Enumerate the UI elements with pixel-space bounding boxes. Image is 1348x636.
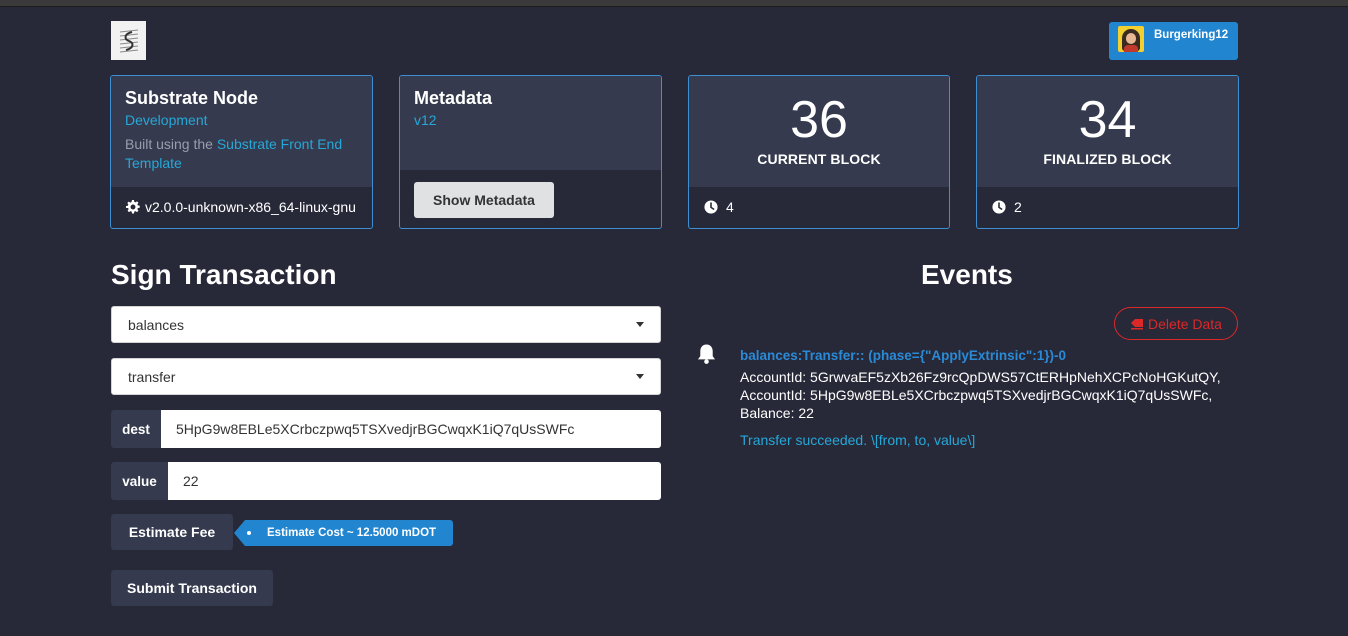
- delete-data-button[interactable]: Delete Data: [1114, 307, 1238, 340]
- node-version: v2.0.0-unknown-x86_64-linux-gnu: [145, 199, 356, 215]
- current-block-timer-row: 4: [689, 186, 949, 228]
- current-block-card: 36 CURRENT BLOCK 4: [688, 75, 950, 229]
- value-param-field: value 22: [111, 462, 661, 500]
- metadata-title: Metadata: [414, 88, 493, 108]
- dropdown-caret-icon: [636, 322, 644, 327]
- show-metadata-button[interactable]: Show Metadata: [414, 182, 554, 218]
- avatar: [1118, 26, 1144, 52]
- window-top-bar: [0, 0, 1348, 7]
- node-info-body: Substrate Node Development Built using t…: [111, 76, 372, 187]
- current-block-body: 36 CURRENT BLOCK: [689, 76, 949, 187]
- bell-icon: [698, 344, 715, 364]
- delete-data-label: Delete Data: [1148, 315, 1222, 332]
- event-line: AccountId: 5HpG9w8EBLe5XCrbczpwq5TSXvedj…: [740, 387, 1213, 403]
- finalized-block-body: 34 FINALIZED BLOCK: [977, 76, 1238, 187]
- pallet-select-value: balances: [128, 316, 185, 333]
- event-line: Balance: 22: [740, 405, 814, 421]
- submit-transaction-button[interactable]: Submit Transaction: [111, 570, 273, 606]
- tag-hole-icon: [247, 531, 251, 535]
- finalized-block-timer: 2: [1014, 199, 1022, 215]
- account-name: Burgerking12: [1154, 29, 1229, 41]
- node-chain: Development: [125, 112, 208, 128]
- eraser-icon: [1131, 318, 1144, 329]
- value-param-input[interactable]: 22: [168, 462, 661, 500]
- event-doc: Transfer succeeded. \[from, to, value\]: [740, 432, 976, 448]
- dest-param-input[interactable]: 5HpG9w8EBLe5XCrbczpwq5TSXvedjrBGCwqxK1iQ…: [161, 410, 661, 448]
- substrate-logo[interactable]: [111, 21, 146, 60]
- events-title: Events: [921, 259, 1013, 290]
- clock-icon: [992, 200, 1006, 214]
- node-info-card: Substrate Node Development Built using t…: [110, 75, 373, 229]
- dropdown-caret-icon: [636, 374, 644, 379]
- value-param-label: value: [111, 462, 168, 500]
- estimate-cost-text: Estimate Cost ~ 12.5000 mDOT: [267, 527, 437, 539]
- current-block-timer: 4: [726, 199, 734, 215]
- metadata-version: v12: [414, 112, 437, 128]
- estimate-fee-button[interactable]: Estimate Fee: [111, 514, 233, 550]
- finalized-block-number: 34: [1078, 91, 1137, 149]
- event-line: AccountId: 5GrwvaEF5zXb26Fz9rcQpDWS57CtE…: [740, 369, 1221, 385]
- dest-param-label: dest: [111, 410, 161, 448]
- substrate-logo-icon: [119, 29, 138, 52]
- current-block-label: CURRENT BLOCK: [757, 151, 881, 167]
- event-title: balances:Transfer:: (phase={"ApplyExtrin…: [740, 348, 1067, 363]
- call-select-value: transfer: [128, 368, 176, 385]
- current-block-number: 36: [790, 91, 848, 149]
- finalized-block-label: FINALIZED BLOCK: [1043, 151, 1172, 167]
- clock-icon: [704, 200, 718, 214]
- account-selector[interactable]: Burgerking12: [1109, 22, 1238, 60]
- node-description-prefix: Built using the: [125, 136, 213, 152]
- metadata-body: Metadata v12: [400, 76, 661, 170]
- node-title: Substrate Node: [125, 88, 259, 108]
- sign-transaction-title: Sign Transaction: [111, 259, 337, 290]
- event-body: AccountId: 5GrwvaEF5zXb26Fz9rcQpDWS57CtE…: [740, 368, 1230, 422]
- node-description: Built using the Substrate Front End Temp…: [125, 135, 358, 173]
- dest-param-field: dest 5HpG9w8EBLe5XCrbczpwq5TSXvedjrBGCwq…: [111, 410, 661, 448]
- pallet-select[interactable]: balances: [111, 306, 661, 343]
- call-select[interactable]: transfer: [111, 358, 661, 395]
- node-version-row: v2.0.0-unknown-x86_64-linux-gnu: [111, 186, 372, 228]
- estimate-cost-label: Estimate Cost ~ 12.5000 mDOT: [234, 520, 453, 546]
- gear-icon: [126, 200, 140, 214]
- finalized-block-card: 34 FINALIZED BLOCK 2: [976, 75, 1239, 229]
- finalized-block-timer-row: 2: [977, 186, 1238, 228]
